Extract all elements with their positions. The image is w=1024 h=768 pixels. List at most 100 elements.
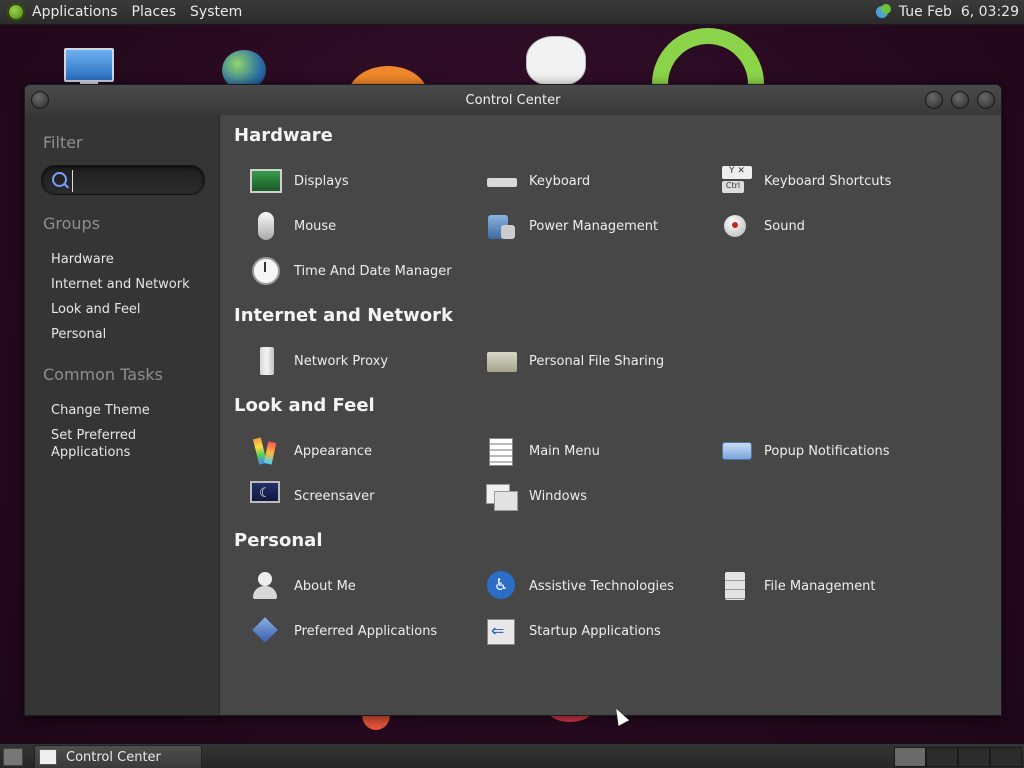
item-mouse[interactable]: Mouse — [250, 210, 336, 242]
workspace-2[interactable] — [926, 747, 958, 767]
preferred-applications-icon — [250, 616, 282, 646]
item-label: Main Menu — [529, 443, 600, 459]
taskbar-button-control-center[interactable]: Control Center — [34, 745, 202, 768]
main-menu-icon — [485, 436, 517, 466]
close-button[interactable] — [977, 91, 995, 109]
desktop-face-icon[interactable] — [526, 36, 586, 86]
about-me-icon — [250, 571, 282, 601]
item-popup-notifications[interactable]: Popup Notifications — [720, 435, 890, 467]
item-file-management[interactable]: File Management — [720, 570, 876, 602]
item-network-proxy[interactable]: Network Proxy — [250, 345, 388, 377]
item-label: File Management — [764, 578, 876, 594]
network-proxy-icon — [250, 346, 282, 376]
item-label: Mouse — [294, 218, 337, 234]
maximize-button[interactable] — [951, 91, 969, 109]
windows-icon — [485, 481, 518, 511]
groups-header: Groups — [43, 214, 101, 233]
bottom-panel: Control Center — [0, 743, 1024, 768]
search-box[interactable] — [41, 165, 205, 195]
item-displays[interactable]: Displays — [250, 165, 349, 197]
item-sound[interactable]: Sound — [720, 210, 805, 242]
item-label: Personal File Sharing — [529, 353, 665, 369]
item-screensaver[interactable]: Screensaver — [250, 480, 374, 512]
clock-icon — [250, 256, 282, 286]
workspace-switcher — [894, 747, 1024, 767]
top-panel: Applications Places System Tue Feb 6, 03… — [0, 0, 1024, 25]
workspace-3[interactable] — [958, 747, 990, 767]
item-about-me[interactable]: About Me — [250, 570, 356, 602]
appearance-icon — [250, 436, 282, 466]
distro-logo-icon[interactable] — [7, 3, 25, 21]
item-label: Keyboard Shortcuts — [764, 173, 892, 189]
keyboard-shortcuts-icon — [720, 166, 752, 196]
item-label: Network Proxy — [294, 353, 389, 369]
item-label: Popup Notifications — [764, 443, 890, 459]
clock[interactable]: Tue Feb 6, 03:29 — [899, 4, 1019, 20]
taskbar-button-label: Control Center — [66, 749, 161, 765]
item-label: Sound — [764, 218, 805, 234]
window-titlebar[interactable]: Control Center — [25, 85, 1001, 115]
workspace-1[interactable] — [894, 747, 926, 767]
item-assistive-technologies[interactable]: Assistive Technologies — [485, 570, 674, 602]
section-title-hardware: Hardware — [234, 125, 333, 146]
workspace-4[interactable] — [990, 747, 1022, 767]
item-label: Preferred Applications — [294, 623, 438, 639]
file-management-icon — [720, 571, 752, 601]
filter-header: Filter — [43, 133, 83, 152]
power-management-icon — [485, 211, 517, 241]
places-menu[interactable]: Places — [132, 4, 177, 20]
accessibility-icon — [485, 571, 517, 601]
task-change-theme[interactable]: Change Theme — [51, 402, 150, 419]
sidebar-item-hardware[interactable]: Hardware — [51, 251, 114, 268]
sound-icon — [720, 211, 752, 241]
item-power-management[interactable]: Power Management — [485, 210, 658, 242]
item-startup-applications[interactable]: Startup Applications — [485, 615, 661, 647]
item-keyboard[interactable]: Keyboard — [485, 165, 590, 197]
item-personal-file-sharing[interactable]: Personal File Sharing — [485, 345, 664, 377]
minimize-button[interactable] — [925, 91, 943, 109]
system-menu[interactable]: System — [190, 4, 242, 20]
item-keyboard-shortcuts[interactable]: Keyboard Shortcuts — [720, 165, 891, 197]
item-label: Assistive Technologies — [529, 578, 674, 594]
control-center-icon — [39, 749, 57, 765]
network-status-icon[interactable] — [875, 4, 893, 20]
item-label: Keyboard — [529, 173, 591, 189]
item-preferred-applications[interactable]: Preferred Applications — [250, 615, 437, 647]
item-label: Windows — [529, 488, 588, 504]
section-title-personal: Personal — [234, 530, 323, 551]
item-label: Screensaver — [294, 488, 375, 504]
startup-applications-icon — [485, 616, 517, 646]
screensaver-icon — [250, 481, 282, 511]
display-icon — [250, 169, 282, 193]
item-label: Startup Applications — [529, 623, 661, 639]
common-tasks-header: Common Tasks — [43, 365, 164, 384]
item-label: About Me — [294, 578, 356, 594]
item-label: Appearance — [294, 443, 373, 459]
item-windows[interactable]: Windows — [485, 480, 587, 512]
sidebar-item-internet-and-network[interactable]: Internet and Network — [51, 276, 190, 293]
item-appearance[interactable]: Appearance — [250, 435, 372, 467]
window-title: Control Center — [465, 92, 561, 108]
item-time-and-date-manager[interactable]: Time And Date Manager — [250, 255, 452, 287]
main-content: Hardware Displays Keyboard Keyboard Shor… — [220, 115, 1001, 715]
section-title-look-and-feel: Look and Feel — [234, 395, 375, 416]
sidebar-item-personal[interactable]: Personal — [51, 326, 106, 343]
task-set-preferred-applications[interactable]: Set Preferred Applications — [51, 427, 161, 461]
panel-tray: Tue Feb 6, 03:29 — [875, 4, 1019, 20]
desktop-computer-icon[interactable] — [64, 48, 114, 87]
folder-share-icon — [485, 346, 517, 376]
sidebar-item-look-and-feel[interactable]: Look and Feel — [51, 301, 141, 318]
show-desktop-icon[interactable] — [3, 748, 23, 766]
search-input[interactable] — [72, 170, 201, 192]
mouse-icon — [250, 211, 282, 241]
control-center-window: Control Center Filter Groups Hardware In… — [24, 84, 1002, 716]
item-label: Power Management — [529, 218, 659, 234]
search-icon — [52, 172, 67, 187]
applications-menu[interactable]: Applications — [32, 4, 118, 20]
window-menu-button[interactable] — [31, 91, 49, 109]
sidebar: Filter Groups Hardware Internet and Netw… — [25, 115, 220, 715]
item-label: Time And Date Manager — [294, 263, 452, 279]
item-main-menu[interactable]: Main Menu — [485, 435, 600, 467]
item-label: Displays — [294, 173, 349, 189]
section-title-internet-and-network: Internet and Network — [234, 305, 453, 326]
